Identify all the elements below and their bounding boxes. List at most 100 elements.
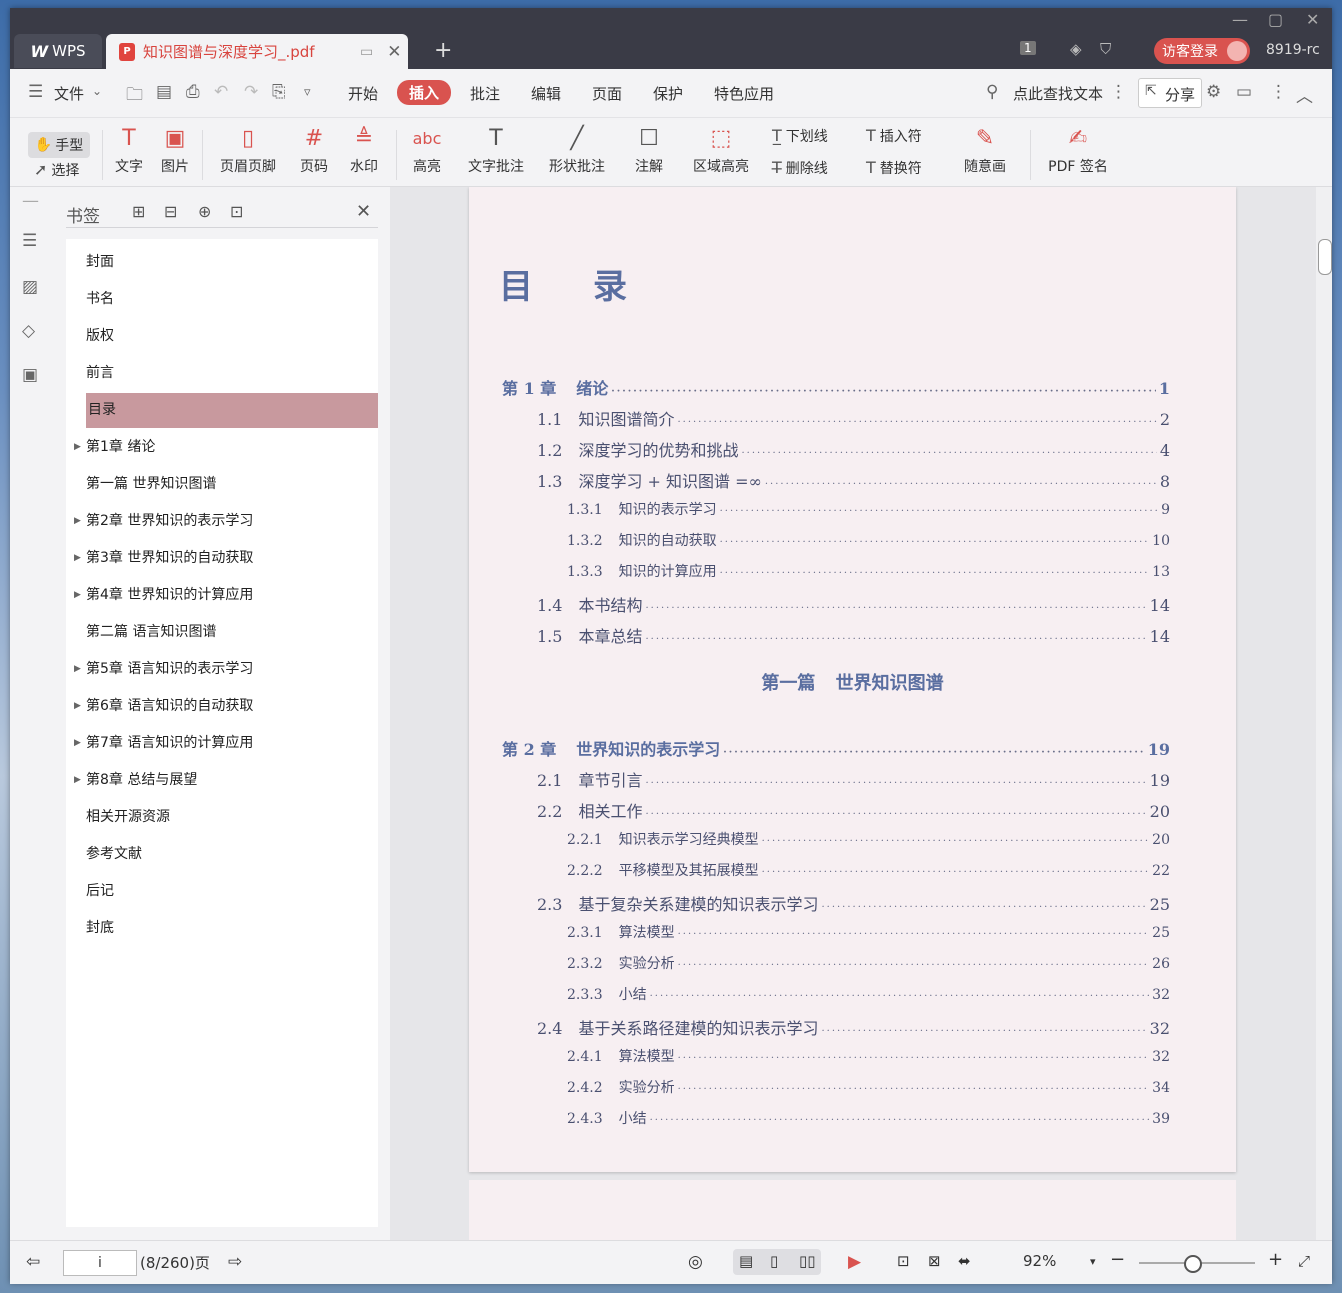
menu-edit[interactable]: 编辑 — [531, 83, 561, 104]
header-footer-button[interactable]: ▯ 页眉页脚 — [210, 124, 286, 176]
skin-icon[interactable]: ◈ — [1070, 40, 1082, 58]
fit-page-icon[interactable]: ⊠ — [928, 1252, 941, 1270]
toc-entry[interactable]: 第 1 章绪论 1 — [502, 375, 1170, 399]
zoom-dropdown-icon[interactable]: ▾ — [1090, 1255, 1096, 1268]
caret-right-icon[interactable]: ▶ — [74, 504, 81, 539]
toc-entry[interactable]: 2.2 相关工作 20 — [537, 798, 1170, 822]
bookmark-options-icon[interactable]: ⊡ — [230, 202, 243, 221]
continuous-view-icon[interactable]: ▤ — [739, 1252, 753, 1270]
bookmark-item[interactable]: ▶ 第7章 语言知识的计算应用 — [74, 726, 376, 761]
document-tab[interactable]: P 知识图谱与深度学习_.pdf ▭ ✕ — [106, 34, 408, 69]
toc-entry[interactable]: 1.4 本书结构 14 — [537, 592, 1170, 616]
toc-entry[interactable]: 2.1 章节引言 19 — [537, 767, 1170, 791]
toc-entry[interactable]: 2.4.1 算法模型 32 — [567, 1046, 1170, 1066]
bookmark-item[interactable]: 封面 — [86, 245, 376, 280]
bookmark-item[interactable]: 参考文献 — [86, 837, 376, 872]
zoom-out-icon[interactable]: − — [1110, 1249, 1125, 1270]
menu-start[interactable]: 开始 — [348, 83, 378, 104]
toc-entry[interactable]: 2.3 基于复杂关系建模的知识表示学习 25 — [537, 891, 1170, 915]
bookmark-item[interactable]: 第一篇 世界知识图谱 — [86, 467, 376, 502]
next-page-icon[interactable]: ⇨ — [228, 1252, 242, 1272]
bookmark-item[interactable]: 封底 — [86, 911, 376, 946]
replace-mark-button[interactable]: T 替换符 — [866, 158, 922, 178]
thumbnail-icon[interactable]: ▨ — [22, 277, 38, 297]
drag-handle-icon[interactable]: — — [22, 191, 39, 211]
bookmark-item[interactable]: ▶ 第3章 世界知识的自动获取 — [74, 541, 376, 576]
strikethrough-button[interactable]: T̶ 删除线 — [772, 158, 828, 178]
more-vertical-icon[interactable]: ⋮ — [1110, 82, 1127, 102]
highlight-button[interactable]: abc 高亮 — [406, 124, 448, 176]
close-panel-icon[interactable]: ✕ — [356, 201, 371, 222]
gear-icon[interactable]: ⚙ — [1206, 82, 1221, 102]
caret-right-icon[interactable]: ▶ — [74, 541, 81, 576]
bookmark-item[interactable]: ▶ 第4章 世界知识的计算应用 — [74, 578, 376, 613]
add-bookmark-icon[interactable]: ⊕ — [198, 202, 211, 221]
more-vertical-icon-2[interactable]: ⋮ — [1270, 82, 1287, 102]
toc-entry[interactable]: 1.3.3 知识的计算应用 13 — [567, 561, 1170, 581]
chevron-down-icon[interactable]: ⌄ — [92, 84, 102, 98]
zoom-in-icon[interactable]: + — [1268, 1249, 1283, 1270]
file-menu[interactable]: 文件 — [54, 83, 84, 104]
menu-special[interactable]: 特色应用 — [714, 83, 774, 104]
bookmark-item[interactable]: 版权 — [86, 319, 376, 354]
hamburger-icon[interactable]: ☰ — [28, 82, 43, 102]
toc-entry[interactable]: 2.4.2 实验分析 34 — [567, 1077, 1170, 1097]
area-highlight-button[interactable]: ⬚ 区域高亮 — [684, 124, 758, 176]
toc-entry[interactable]: 2.4.3 小结 39 — [567, 1108, 1170, 1128]
prev-page-icon[interactable]: ⇦ — [26, 1252, 40, 1272]
insert-image-button[interactable]: ▣ 图片 — [158, 124, 192, 176]
shirt-icon[interactable]: ⛉ — [1100, 40, 1111, 58]
share-button[interactable]: ⇱ 分享 — [1138, 78, 1202, 108]
single-page-icon[interactable]: ▯ — [770, 1252, 778, 1270]
actual-size-icon[interactable]: ⊡ — [897, 1252, 910, 1270]
shape-comment-button[interactable]: ╱ 形状批注 — [540, 124, 614, 176]
bookmark-item[interactable]: ▶ 第5章 语言知识的表示学习 — [74, 652, 376, 687]
page-count-badge[interactable]: 1 — [1020, 41, 1036, 55]
bookmark-item[interactable]: 第二篇 语言知识图谱 — [86, 615, 376, 650]
toc-entry[interactable]: 1.3.2 知识的自动获取 10 — [567, 530, 1170, 550]
toc-entry[interactable]: 1.1 知识图谱简介 2 — [537, 406, 1170, 430]
toc-entry[interactable]: 1.3 深度学习 + 知识图谱 =∞ 8 — [537, 468, 1170, 492]
toc-entry[interactable]: 2.2.1 知识表示学习经典模型 20 — [567, 829, 1170, 849]
insert-text-button[interactable]: T 文字 — [112, 124, 146, 176]
search-icon[interactable]: ⚲ — [986, 82, 998, 102]
fullscreen-icon[interactable]: ⤢ — [1298, 1252, 1310, 1270]
open-folder-icon[interactable]: 🗀 — [126, 82, 143, 111]
expand-all-icon[interactable]: ⊞ — [132, 202, 145, 221]
more-quick-icon[interactable]: ▿ — [304, 85, 311, 100]
close-tab-icon[interactable]: ✕ — [387, 42, 401, 62]
page-number-button[interactable]: # 页码 — [296, 124, 332, 176]
bookmark-item[interactable]: 后记 — [86, 874, 376, 909]
bookmark-item[interactable]: ▶ 第2章 世界知识的表示学习 — [74, 504, 376, 539]
select-tool-button[interactable]: ➚ 选择 — [34, 160, 79, 180]
page-number-input[interactable]: i — [63, 1250, 137, 1276]
bookmark-item[interactable]: 相关开源资源 — [86, 800, 376, 835]
bookmark-item[interactable]: 目录 — [86, 393, 378, 428]
annotation-icon[interactable]: ▣ — [22, 365, 38, 385]
monitor-icon[interactable]: ▭ — [360, 44, 373, 60]
caret-right-icon[interactable]: ▶ — [74, 726, 81, 761]
zoom-level[interactable]: 92% — [1023, 1252, 1056, 1270]
eye-protection-icon[interactable]: ◎ — [688, 1252, 703, 1272]
bookmark-item[interactable]: 书名 — [86, 282, 376, 317]
text-comment-button[interactable]: T 文字批注 — [464, 124, 528, 176]
print-icon[interactable]: ⎙ — [186, 82, 200, 102]
save-icon[interactable]: ▤ — [156, 82, 172, 102]
toc-entry[interactable]: 2.4 基于关系路径建模的知识表示学习 32 — [537, 1015, 1170, 1039]
bookmark-item[interactable]: ▶ 第1章 绪论 — [74, 430, 376, 465]
scrollbar-thumb[interactable] — [1318, 239, 1332, 275]
export-icon[interactable]: ⎘ — [272, 82, 286, 102]
find-text-button[interactable]: 点此查找文本 — [1013, 83, 1103, 104]
toc-entry[interactable]: 2.3.3 小结 32 — [567, 984, 1170, 1004]
double-page-icon[interactable]: ▯▯ — [799, 1252, 816, 1270]
document-viewport[interactable]: 目录 第 1 章绪论 1 1.1 知识图谱简介 2 1.2 深度学习的优势和挑战 4 1.3 深度… — [390, 187, 1316, 1240]
caret-right-icon[interactable]: ▶ — [74, 763, 81, 798]
toc-entry[interactable]: 2.3.1 算法模型 25 — [567, 922, 1170, 942]
menu-protect[interactable]: 保护 — [653, 83, 683, 104]
menu-page[interactable]: 页面 — [592, 83, 622, 104]
fit-width-icon[interactable]: ⬌ — [958, 1252, 971, 1270]
collapse-all-icon[interactable]: ⊟ — [164, 202, 177, 221]
wps-home-tab[interactable]: W WPS — [14, 34, 102, 68]
caret-right-icon[interactable]: ▶ — [74, 430, 81, 465]
maximize-icon[interactable]: ▢ — [1268, 10, 1283, 29]
